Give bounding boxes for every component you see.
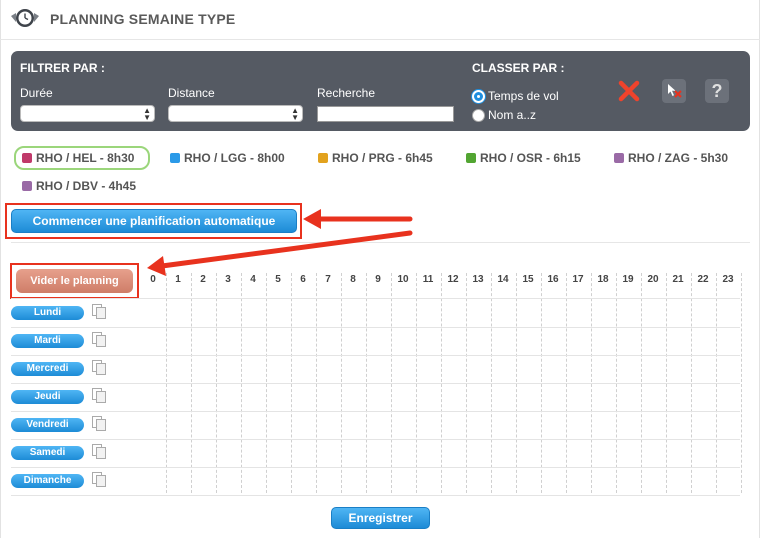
- day-label-jeudi[interactable]: Jeudi: [11, 390, 84, 404]
- distance-label: Distance: [168, 86, 215, 100]
- route-color-swatch: [614, 153, 624, 163]
- day-label-lundi[interactable]: Lundi: [11, 306, 84, 320]
- route-color-swatch: [170, 153, 180, 163]
- copy-icon[interactable]: [92, 444, 108, 460]
- day-label-samedi[interactable]: Samedi: [11, 446, 84, 460]
- hour-label: 18: [597, 274, 609, 285]
- hour-label: 5: [275, 274, 281, 285]
- grid-row-line: [11, 383, 740, 384]
- sort-option-flight-time[interactable]: Temps de vol: [488, 89, 559, 103]
- route-rho-osr[interactable]: RHO / OSR - 6h15: [466, 147, 581, 169]
- hour-gridline: [741, 273, 742, 493]
- select-arrows-icon: ▲ ▼: [143, 106, 151, 122]
- divider: [11, 242, 750, 243]
- route-rho-prg[interactable]: RHO / PRG - 6h45: [318, 147, 433, 169]
- clear-selection-button[interactable]: [662, 79, 686, 103]
- copy-icon[interactable]: [92, 416, 108, 432]
- route-label: RHO / PRG - 6h45: [332, 151, 433, 165]
- route-rho-dbv[interactable]: RHO / DBV - 4h45: [22, 175, 136, 197]
- reset-filters-icon[interactable]: [617, 79, 641, 103]
- hour-label: 11: [422, 274, 434, 285]
- clear-planning-button[interactable]: Vider le planning: [16, 269, 133, 293]
- hour-label: 16: [547, 274, 559, 285]
- hour-label: 4: [250, 274, 256, 285]
- day-label-dimanche[interactable]: Dimanche: [11, 474, 84, 488]
- help-button[interactable]: ?: [705, 79, 729, 103]
- route-color-swatch: [22, 153, 32, 163]
- grid-row-line: [11, 467, 740, 468]
- route-label: RHO / ZAG - 5h30: [628, 151, 729, 165]
- hour-label: 22: [697, 274, 709, 285]
- hour-label: 6: [300, 274, 306, 285]
- day-label-mercredi[interactable]: Mercredi: [11, 362, 84, 376]
- hour-label: 10: [397, 274, 409, 285]
- copy-icon[interactable]: [92, 472, 108, 488]
- sort-title: CLASSER PAR :: [472, 61, 565, 75]
- hour-label: 12: [447, 274, 459, 285]
- hour-label: 0: [150, 274, 156, 285]
- copy-icon[interactable]: [92, 304, 108, 320]
- grid-row-line: [11, 411, 740, 412]
- hour-label: 21: [672, 274, 684, 285]
- hour-label: 13: [472, 274, 484, 285]
- hour-label: 2: [200, 274, 206, 285]
- hour-label: 17: [572, 274, 584, 285]
- route-rho-zag[interactable]: RHO / ZAG - 5h30: [614, 147, 728, 169]
- question-mark-icon: ?: [711, 81, 723, 101]
- filter-panel: FILTRER PAR : Durée Distance Recherche ▲…: [11, 51, 750, 131]
- sort-radio-flight-time[interactable]: [472, 90, 485, 103]
- select-arrows-icon: ▲ ▼: [291, 106, 299, 122]
- grid-row-line: [11, 439, 740, 440]
- route-color-swatch: [318, 153, 328, 163]
- grid-row-line: [11, 327, 740, 328]
- page-title: PLANNING SEMAINE TYPE: [50, 11, 236, 27]
- hour-label: 20: [647, 274, 659, 285]
- day-label-mardi[interactable]: Mardi: [11, 334, 84, 348]
- grid-row-line: [11, 298, 740, 299]
- cursor-x-icon: [668, 84, 682, 98]
- route-label: RHO / DBV - 4h45: [36, 179, 137, 193]
- save-button[interactable]: Enregistrer: [331, 507, 430, 529]
- hour-label: 7: [325, 274, 331, 285]
- route-label: RHO / OSR - 6h15: [480, 151, 581, 165]
- hour-label: 23: [722, 274, 734, 285]
- hour-label: 1: [175, 274, 181, 285]
- distance-select[interactable]: ▲ ▼: [168, 105, 303, 122]
- sort-radio-name[interactable]: [472, 109, 485, 122]
- hour-label: 8: [350, 274, 356, 285]
- duration-label: Durée: [20, 86, 53, 100]
- search-input[interactable]: [317, 106, 454, 122]
- route-color-swatch: [22, 181, 32, 191]
- grid-row-line: [11, 355, 740, 356]
- duration-select[interactable]: ▲ ▼: [20, 105, 155, 122]
- copy-icon[interactable]: [92, 332, 108, 348]
- copy-icon[interactable]: [92, 360, 108, 376]
- grid-row-line: [11, 495, 740, 496]
- route-rho-lgg[interactable]: RHO / LGG - 8h00: [170, 147, 285, 169]
- filter-title: FILTRER PAR :: [20, 61, 105, 75]
- hour-label: 15: [522, 274, 534, 285]
- search-label: Recherche: [317, 86, 376, 100]
- day-label-vendredi[interactable]: Vendredi: [11, 418, 84, 432]
- route-label: RHO / LGG - 8h00: [184, 151, 285, 165]
- hour-label: 19: [622, 274, 634, 285]
- auto-plan-button[interactable]: Commencer une planification automatique: [11, 209, 297, 233]
- page-header: PLANNING SEMAINE TYPE: [0, 0, 760, 40]
- hour-label: 3: [225, 274, 231, 285]
- route-color-swatch: [466, 153, 476, 163]
- hour-label: 9: [375, 274, 381, 285]
- hour-label: 14: [497, 274, 509, 285]
- route-rho-hel[interactable]: RHO / HEL - 8h30: [14, 146, 151, 170]
- copy-icon[interactable]: [92, 388, 108, 404]
- clock-icon: [11, 9, 39, 27]
- route-label: RHO / HEL - 8h30: [36, 151, 135, 165]
- sort-option-name[interactable]: Nom a..z: [488, 108, 536, 122]
